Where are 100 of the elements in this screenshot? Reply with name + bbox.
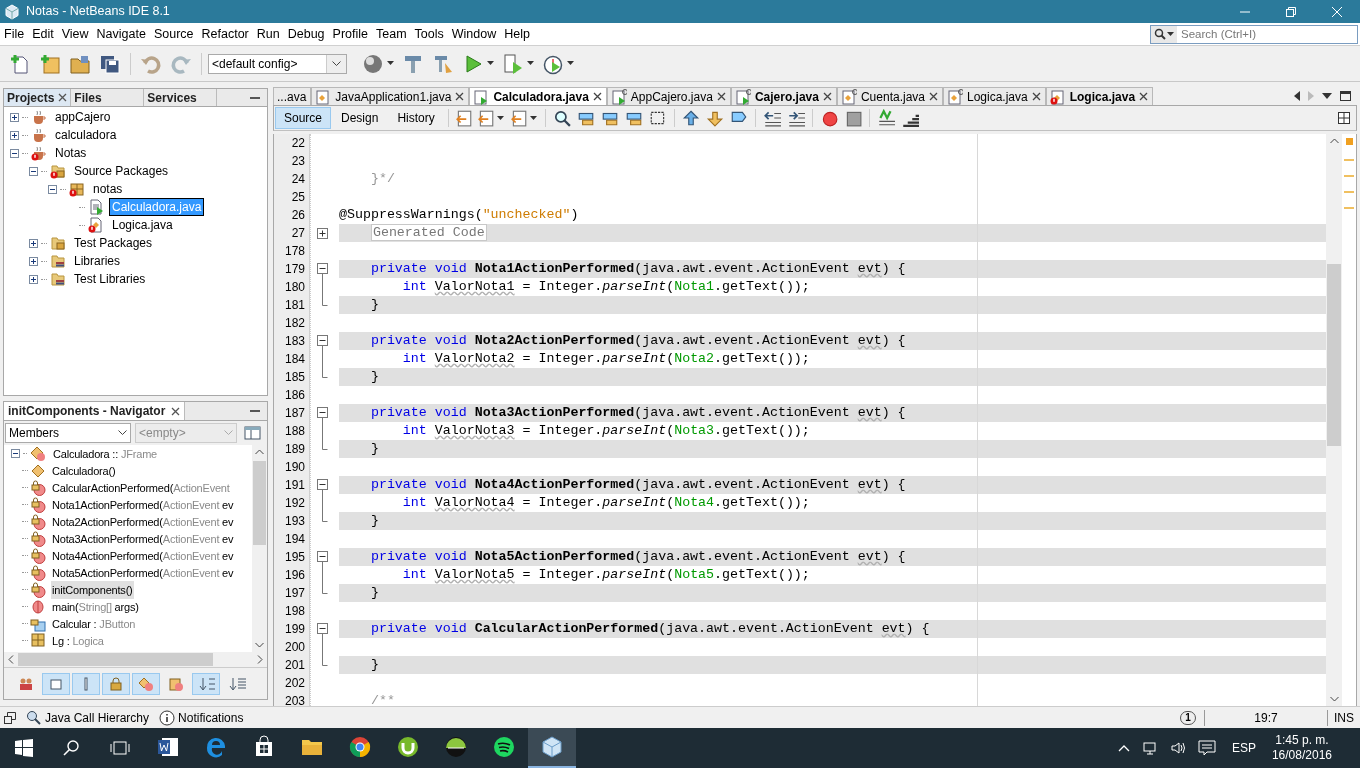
view-tab[interactable]: Design	[332, 107, 388, 129]
menu-item[interactable]: Help	[500, 24, 534, 44]
menu-item[interactable]: Profile	[328, 24, 372, 44]
collapse-icon[interactable]	[10, 148, 19, 158]
taskbar-app[interactable]	[528, 728, 576, 768]
menu-item[interactable]: Debug	[283, 24, 329, 44]
code-line: }*/	[369, 171, 395, 186]
vertical-scrollbar[interactable]	[1326, 134, 1342, 706]
editor-tab[interactable]: JavaApplication1.java	[311, 87, 470, 105]
collapse-icon[interactable]	[29, 166, 38, 176]
editor-tab[interactable]: Logica.java	[943, 87, 1046, 105]
tree-item[interactable]: Libraries	[72, 253, 123, 269]
fold-end-icon	[322, 584, 328, 594]
member-label[interactable]: Nota4ActionPerformed(ActionEvent ev	[52, 549, 234, 562]
filter-toggle[interactable]	[72, 672, 100, 695]
expand-icon[interactable]	[10, 112, 19, 122]
collapse-fold-icon[interactable]	[317, 404, 328, 422]
chrome-icon	[348, 735, 372, 759]
menu-item[interactable]: Edit	[28, 24, 58, 44]
dropdown-caret-icon	[496, 115, 504, 121]
expand-icon[interactable]	[29, 274, 38, 284]
collapse-icon[interactable]	[11, 449, 20, 458]
editor-tab[interactable]: Calculadora.java	[469, 87, 607, 105]
menu-item[interactable]: View	[57, 24, 93, 44]
editor-tab[interactable]: Cajero.java	[730, 87, 837, 105]
member-label[interactable]: Nota1ActionPerformed(ActionEvent ev	[52, 498, 234, 511]
dropdown-caret-icon	[1322, 93, 1332, 99]
config-dropdown[interactable]: <default config>	[208, 53, 347, 74]
editor-tab[interactable]: Logica.java	[1045, 87, 1154, 105]
search-icon	[63, 739, 81, 757]
status-button[interactable]: Java Call Hierarchy	[26, 708, 150, 727]
expand-icon[interactable]	[29, 238, 38, 248]
menu-item[interactable]: Navigate	[92, 24, 150, 44]
code-line: private void Nota4ActionPerformed(java.awt.event.ActionEvent evt) {	[369, 477, 906, 492]
member-label[interactable]: Calcular : JButton	[52, 617, 136, 630]
tree-item[interactable]: Source Packages	[72, 163, 171, 179]
clock[interactable]: 1:45 p. m. 16/08/2016	[1271, 733, 1332, 763]
layout-button[interactable]	[243, 425, 261, 441]
notification-count[interactable]: 1	[1180, 710, 1196, 725]
menu-item[interactable]: Team	[372, 24, 411, 44]
editor-tab[interactable]: AppCajero.java	[606, 87, 731, 105]
spotify-icon	[492, 735, 516, 759]
code-line: }	[369, 369, 379, 384]
status-button[interactable]: Notifications	[159, 708, 244, 727]
window-icon	[243, 425, 261, 441]
member-label[interactable]: Calculadora :: JFrame	[53, 447, 158, 460]
menu-item[interactable]: Refactor	[197, 24, 253, 44]
line-number: 24	[290, 171, 306, 188]
down-arrow-icon	[705, 109, 724, 127]
panel-tab[interactable]: Projects	[4, 89, 72, 106]
horizontal-scrollbar[interactable]	[4, 652, 267, 667]
view-tab[interactable]: Source	[275, 107, 332, 129]
collapse-fold-icon[interactable]	[317, 260, 328, 278]
member-label[interactable]: Nota3ActionPerformed(ActionEvent ev	[52, 532, 234, 545]
menu-item[interactable]: File	[0, 24, 29, 44]
member-label[interactable]: main(String[] args)	[52, 600, 139, 613]
tree-item[interactable]: calculadora	[53, 127, 119, 143]
menu-item[interactable]: Window	[447, 24, 501, 44]
tree-item[interactable]: Test Libraries	[72, 271, 148, 287]
locked-method-icon	[30, 564, 46, 581]
tree-item[interactable]: Logica.java	[110, 217, 175, 233]
member-label[interactable]: Calculadora()	[52, 464, 116, 477]
collapse-icon[interactable]	[48, 184, 57, 194]
chevron-up-icon	[1117, 744, 1130, 752]
tree-item[interactable]: notas	[91, 181, 125, 197]
menu-item[interactable]: Tools	[410, 24, 448, 44]
editor-tab[interactable]: Cuenta.java	[836, 87, 943, 105]
collapse-fold-icon[interactable]	[317, 476, 328, 494]
utorrent-icon	[396, 735, 420, 759]
collapse-fold-icon[interactable]	[317, 620, 328, 638]
editor-tab[interactable]: ...ava	[273, 87, 312, 105]
view-tab[interactable]: History	[388, 107, 444, 129]
line-number: 198	[283, 603, 306, 620]
panel-tab[interactable]: Services	[144, 89, 218, 106]
expand-fold-icon[interactable]	[317, 227, 328, 239]
member-label[interactable]: CalcularActionPerformed(ActionEvent	[52, 481, 230, 494]
menu-item[interactable]: Source	[149, 24, 198, 44]
language-indicator[interactable]: ESP	[1231, 739, 1256, 757]
line-number: 183	[283, 333, 306, 350]
diamond-circle-icon	[138, 675, 154, 692]
members-dropdown[interactable]: Members	[5, 423, 131, 443]
close-icon	[455, 92, 465, 101]
filter-toggle[interactable]	[192, 672, 220, 695]
collapse-fold-icon[interactable]	[317, 332, 328, 350]
menu-item[interactable]: Run	[252, 24, 284, 44]
collapse-fold-icon[interactable]	[317, 548, 328, 566]
expand-icon[interactable]	[10, 130, 19, 140]
tree-item[interactable]: Notas	[53, 145, 89, 161]
tree-item[interactable]: appCajero	[53, 109, 113, 125]
edge-icon	[204, 735, 228, 759]
filter-toggle[interactable]	[102, 672, 130, 695]
member-label[interactable]: Nota2ActionPerformed(ActionEvent ev	[52, 515, 234, 528]
tree-item[interactable]: Test Packages	[72, 235, 155, 251]
member-label[interactable]: Nota5ActionPerformed(ActionEvent ev	[52, 566, 234, 579]
member-label[interactable]: Lg : Logica	[52, 634, 104, 647]
fold-end-icon	[322, 368, 328, 378]
filter-toggle[interactable]	[132, 672, 160, 695]
filter-toggle[interactable]	[42, 672, 70, 695]
navigator-tab[interactable]: initComponents - Navigator	[4, 402, 186, 420]
expand-icon[interactable]	[29, 256, 38, 266]
